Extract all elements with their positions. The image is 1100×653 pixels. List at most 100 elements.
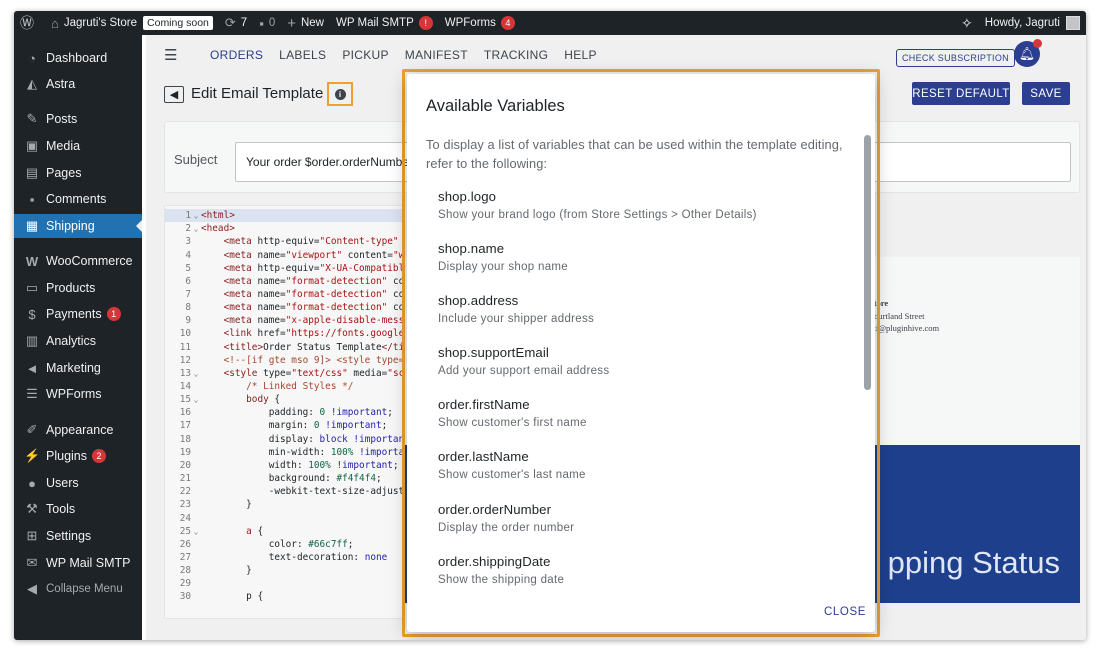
variable-name: shop.logo: [438, 189, 497, 204]
line-number: 1: [185, 210, 191, 222]
sidebar-item-marketing[interactable]: ◄ Marketing: [14, 356, 142, 380]
collapse-icon: ◀: [27, 581, 37, 596]
code-line: 26 color: #66c7ff;: [165, 538, 403, 551]
comment-icon: ▪: [29, 191, 35, 207]
sparkle-icon: ✧: [961, 14, 973, 31]
fold-chevron-icon[interactable]: ⌄: [191, 395, 201, 404]
line-number: 30: [179, 591, 191, 603]
sidebar-item-appearance[interactable]: ✐ Appearance: [14, 418, 142, 442]
line-number: 25: [179, 525, 191, 537]
code-text: color: #66c7ff;: [201, 538, 354, 550]
sidebar-item-label: Payments: [46, 307, 102, 321]
comments-link[interactable]: ▪ 0: [253, 11, 281, 35]
tab-pickup[interactable]: PICKUP: [342, 48, 388, 62]
notification-bell-button[interactable]: 🔔︎: [1014, 39, 1042, 67]
code-text: }: [201, 565, 252, 577]
updates-link[interactable]: ⟳ 7: [219, 11, 253, 35]
sidebar-item-woocommerce[interactable]: W WooCommerce: [14, 249, 142, 273]
settings-icon: ⊞: [26, 528, 38, 543]
sidebar-item-label: WPForms: [46, 387, 102, 401]
sidebar-item-tools[interactable]: ⚒ Tools: [14, 497, 142, 521]
code-text: /* Linked Styles */: [246, 381, 354, 392]
fold-chevron-icon[interactable]: ⌄: [191, 224, 201, 233]
brush-icon: ✐: [26, 422, 38, 437]
sidebar-item-label: Comments: [46, 192, 107, 206]
variable-name: order.lastName: [438, 449, 529, 464]
line-number: 9: [185, 315, 191, 327]
new-content-link[interactable]: + New: [281, 11, 330, 35]
code-line: 17 margin: 0 !important;: [165, 419, 403, 432]
tab-labels[interactable]: LABELS: [279, 48, 326, 62]
check-subscription-button[interactable]: CHECK SUBSCRIPTION: [896, 49, 1015, 67]
my-account-link[interactable]: Howdy, Jagruti: [979, 11, 1086, 35]
code-editor[interactable]: 1 ⌄ <html> 2 ⌄ <head> 3 <meta http-equiv="Cont…: [164, 205, 404, 619]
wordpress-logo[interactable]: Ⓦ: [14, 11, 45, 35]
dialog-scrollbar[interactable]: [864, 135, 871, 390]
fold-chevron-icon[interactable]: ⌄: [191, 527, 201, 536]
code-line: 19 min-width: 100% !important;: [165, 446, 403, 459]
sidebar-item-posts[interactable]: ✎ Posts: [14, 107, 142, 131]
code-text: p {: [201, 591, 264, 603]
sidebar-item-settings[interactable]: ⊞ Settings: [14, 524, 142, 548]
site-name-link[interactable]: ⌂ Jagruti's Store Coming soon: [45, 11, 219, 35]
back-button[interactable]: ◀: [164, 86, 184, 103]
tab-help[interactable]: HELP: [564, 48, 597, 62]
sidebar-item-pages[interactable]: ▤ Pages: [14, 161, 142, 185]
ai-sparkle-button[interactable]: ✧: [955, 11, 979, 35]
sidebar-item-label: Posts: [46, 112, 78, 126]
sidebar-item-wpforms[interactable]: ☰ WPForms: [14, 382, 142, 406]
code-line: 11 <title>Order Status Template</title>: [165, 341, 403, 354]
code-line: 28 }: [165, 564, 403, 577]
line-number: 16: [179, 407, 191, 419]
sidebar-item-plugins[interactable]: ⚡ Plugins 2: [14, 444, 142, 468]
variable-name: order.shippingDate: [438, 554, 551, 569]
sidebar-item-shipping[interactable]: ▦ Shipping: [14, 214, 143, 238]
tab-orders[interactable]: ORDERS: [210, 48, 263, 62]
sidebar-item-astra[interactable]: ◭ Astra: [14, 72, 142, 96]
sidebar-item-label: Appearance: [46, 423, 114, 437]
line-number: 4: [185, 249, 191, 261]
wrench-icon: ⚒: [26, 501, 38, 516]
tab-tracking[interactable]: TRACKING: [484, 48, 548, 62]
collapse-menu-button[interactable]: ◀ Collapse Menu: [14, 577, 142, 601]
close-button[interactable]: CLOSE: [824, 606, 866, 618]
variable-description: Display the order number: [438, 522, 575, 534]
variable-description: Show customer's last name: [438, 469, 586, 481]
code-line: 5 <meta http-equiv="X-UA-Compatible" c: [165, 262, 403, 275]
variable-description: Add your support email address: [438, 365, 610, 377]
line-number: 10: [179, 328, 191, 340]
wp-mail-smtp-link[interactable]: WP Mail SMTP !: [330, 11, 439, 35]
site-name: Jagruti's Store: [63, 17, 138, 29]
sidebar-item-dashboard[interactable]: ◔ Dashboard: [14, 46, 142, 70]
wpforms-link[interactable]: WPForms 4: [439, 11, 521, 35]
avatar: [1066, 16, 1080, 30]
sidebar-item-label: Shipping: [46, 219, 95, 233]
page-title: Edit Email Template: [191, 85, 324, 102]
fold-chevron-icon[interactable]: ⌄: [191, 211, 201, 220]
bell-icon: 🔔︎: [1018, 46, 1036, 61]
sidebar-item-label: Marketing: [46, 361, 101, 375]
astra-icon: ◭: [27, 76, 37, 91]
dashboard-icon: ◔: [28, 50, 36, 66]
reset-default-button[interactable]: RESET DEFAULT: [912, 82, 1010, 105]
line-number: 3: [185, 236, 191, 248]
sidebar-item-users[interactable]: ● Users: [14, 471, 142, 495]
sidebar-item-payments[interactable]: $ Payments 1: [14, 302, 142, 326]
updates-count: 7: [240, 17, 248, 29]
line-number: 28: [179, 565, 191, 577]
fold-chevron-icon[interactable]: ⌄: [191, 369, 201, 378]
info-highlight[interactable]: i: [327, 82, 353, 106]
code-line: 10 <link href="https://fonts.googleapis.…: [165, 327, 403, 340]
sidebar-item-label: Settings: [46, 529, 92, 543]
sidebar-item-comments[interactable]: ▪ Comments: [14, 187, 142, 211]
save-button[interactable]: SAVE: [1022, 82, 1070, 105]
variable-name: shop.name: [438, 241, 505, 256]
pages-icon: ▤: [25, 165, 39, 180]
sidebar-item-products[interactable]: ▭ Products: [14, 276, 142, 300]
sidebar-item-media[interactable]: ▣ Media: [14, 134, 142, 158]
sidebar-item-analytics[interactable]: ▥ Analytics: [14, 329, 142, 353]
tab-manifest[interactable]: MANIFEST: [405, 48, 468, 62]
hamburger-menu-icon[interactable]: ☰: [164, 46, 180, 64]
sidebar-item-wp-mail-smtp[interactable]: ✉ WP Mail SMTP: [14, 551, 142, 575]
line-number: 22: [179, 486, 191, 498]
